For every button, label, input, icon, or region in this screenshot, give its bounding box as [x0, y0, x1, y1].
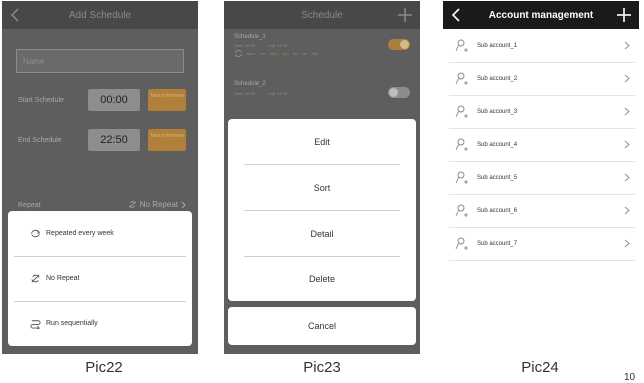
account-row[interactable]: Sub account_5: [443, 161, 639, 194]
caption-pic23: Pic23: [303, 359, 341, 376]
back-arrow-icon[interactable]: [8, 7, 24, 23]
divider: [449, 260, 635, 261]
option-run-sequentially[interactable]: Run sequentially: [8, 301, 192, 346]
chevron-right-icon: [624, 107, 630, 116]
menu-sort[interactable]: Sort: [228, 165, 416, 210]
menu-delete[interactable]: Delete: [228, 256, 416, 301]
user-icon: [455, 72, 468, 85]
account-name: Sub account_1: [477, 42, 518, 49]
add-schedule-navbar: Add Schedule: [2, 1, 198, 29]
schedule-2-start: Start: 06:30: [234, 91, 255, 96]
menu-detail[interactable]: Detail: [228, 211, 416, 256]
caption-pic24: Pic24: [521, 359, 559, 376]
repeat-selector[interactable]: No Repeat: [128, 200, 186, 209]
loop-icon: [31, 229, 40, 238]
option-no-repeat[interactable]: No Repeat: [8, 256, 192, 301]
repeat-options-sheet: Repeated every week No Repeat Run sequen…: [8, 211, 192, 346]
schedule-1-start: Start: 06:30: [234, 43, 255, 48]
schedule-2-name: Schedule_2: [234, 81, 266, 87]
add-icon[interactable]: [615, 6, 633, 24]
option-label: Repeated every week: [46, 230, 114, 237]
schedule-screen: Schedule Schedule_1 Start: 06:30 End: 19…: [224, 1, 420, 354]
schedule-2-toggle[interactable]: [388, 87, 410, 98]
account-name: Sub account_2: [477, 75, 518, 82]
add-icon[interactable]: [396, 6, 414, 24]
end-time-picker[interactable]: 22:50: [88, 129, 140, 151]
repeat-value: No Repeat: [139, 200, 178, 209]
toggle-knob: [400, 40, 409, 49]
page-title: Schedule: [301, 9, 343, 21]
start-time-picker[interactable]: 00:00: [88, 89, 140, 111]
no-repeat-icon: [128, 201, 136, 208]
chevron-right-icon: [181, 201, 186, 208]
account-navbar: Account management: [443, 1, 639, 29]
toggle-knob: [389, 88, 398, 97]
schedule-1-toggle[interactable]: [388, 39, 410, 50]
chevron-right-icon: [624, 239, 630, 248]
schedule-1-days: Mon Tue Wed Thu Fri Sat Sun: [234, 50, 318, 57]
schedule-1-end: End: 19:30: [268, 43, 288, 48]
menu-edit[interactable]: Edit: [228, 119, 416, 164]
account-name: Sub account_3: [477, 108, 518, 115]
caption-pic22: Pic22: [85, 359, 123, 376]
user-icon: [455, 138, 468, 151]
chevron-right-icon: [624, 140, 630, 149]
schedule-name-input[interactable]: Name: [16, 49, 184, 73]
day-fri: Fri: [292, 51, 298, 56]
account-row[interactable]: Sub account_1: [443, 29, 639, 62]
schedule-1-name: Schedule_1: [234, 34, 266, 40]
account-row[interactable]: Sub account_6: [443, 194, 639, 227]
sequential-icon: [30, 320, 41, 329]
cancel-button[interactable]: Cancel: [228, 307, 416, 345]
day-wed: Wed: [269, 51, 278, 56]
chevron-right-icon: [624, 41, 630, 50]
day-sat: Sat: [301, 51, 308, 56]
back-arrow-icon[interactable]: [449, 7, 465, 23]
add-schedule-screen: Add Schedule Name Start Schedule 00:00 T…: [2, 1, 198, 354]
chevron-right-icon: [624, 206, 630, 215]
account-name: Sub account_5: [477, 174, 518, 181]
schedule-2-end: End: 19:30: [268, 91, 288, 96]
start-schedule-label: Start Schedule: [18, 97, 64, 104]
page-number: 10: [624, 372, 636, 383]
option-label: Run sequentially: [46, 320, 98, 327]
repeat-label: Repeat: [18, 202, 41, 209]
option-label: No Repeat: [46, 275, 80, 282]
account-name: Sub account_4: [477, 141, 518, 148]
user-icon: [455, 237, 468, 250]
day-thu: Thu: [281, 51, 289, 56]
account-management-screen: Account management Sub account_1 Sub acco…: [443, 1, 639, 354]
user-icon: [455, 171, 468, 184]
start-take-remove-button[interactable]: Take it /remove: [148, 89, 186, 111]
day-sun: Sun: [311, 51, 319, 56]
schedule-navbar: Schedule: [224, 1, 420, 29]
account-row[interactable]: Sub account_4: [443, 128, 639, 161]
account-row[interactable]: Sub account_2: [443, 62, 639, 95]
chevron-right-icon: [624, 173, 630, 182]
account-row[interactable]: Sub account_3: [443, 95, 639, 128]
end-schedule-label: End Schedule: [18, 137, 62, 144]
account-name: Sub account_7: [477, 240, 518, 247]
page-title: Account management: [488, 9, 594, 21]
account-row[interactable]: Sub account_7: [443, 227, 639, 260]
chevron-right-icon: [624, 74, 630, 83]
account-name: Sub account_6: [477, 207, 518, 214]
action-menu: Edit Sort Detail Delete: [228, 119, 416, 301]
day-tue: Tue: [258, 51, 266, 56]
user-icon: [455, 105, 468, 118]
option-repeated-every-week[interactable]: Repeated every week: [8, 211, 192, 256]
day-mon: Mon: [247, 51, 255, 56]
end-take-remove-button[interactable]: Take it /remove: [148, 129, 186, 151]
user-icon: [455, 39, 468, 52]
loop-icon: [235, 50, 242, 57]
user-icon: [455, 204, 468, 217]
no-repeat-icon: [31, 274, 40, 283]
page-title: Add Schedule: [68, 9, 132, 21]
